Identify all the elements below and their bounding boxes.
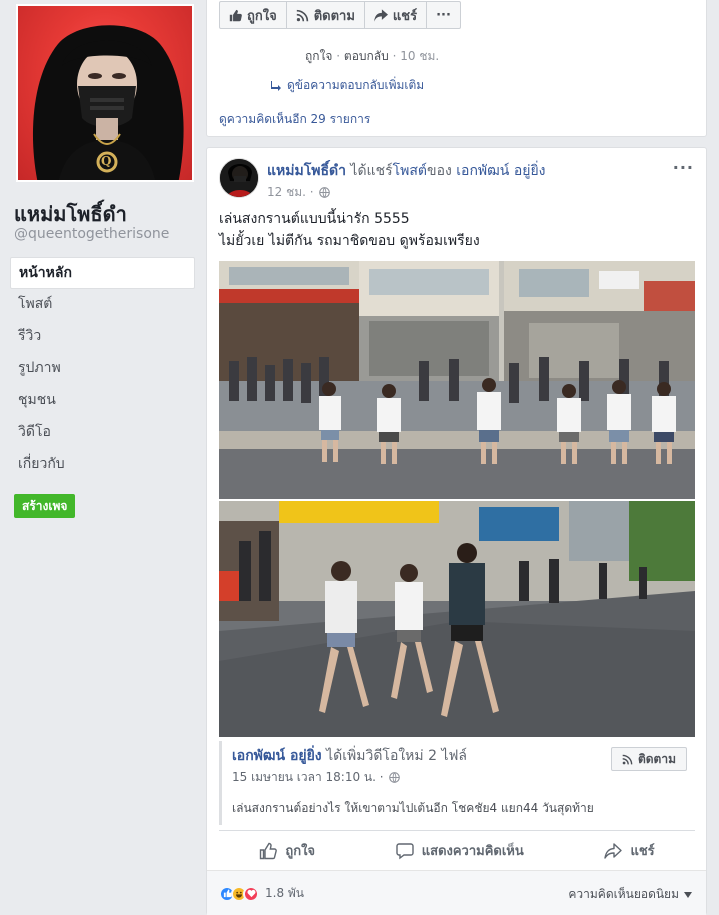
- page-handle: @queentogetherisone: [14, 226, 170, 242]
- page-sidebar: Q แหม่มโพธิ์ดำ @queentogetherisone หน้าห…: [0, 0, 205, 915]
- rss-follow-icon: [622, 754, 633, 764]
- page-profile-picture[interactable]: Q: [16, 4, 194, 182]
- post-header: แหม่มโพธิ์ดำ ได้แชร์โพสต์ของ เอกพัฒน์ อย…: [267, 160, 545, 182]
- nav-item-community[interactable]: ชุมชน: [10, 385, 195, 417]
- post-of-text: ของ: [427, 163, 457, 179]
- previous-post-action-bar: ถูกใจ ติดตาม แชร์ ···: [219, 1, 461, 29]
- street-dance-scene-image: [219, 261, 695, 499]
- nav-item-home[interactable]: หน้าหลัก: [10, 257, 195, 289]
- like-page-label: ถูกใจ: [247, 8, 277, 24]
- post-text-line-1: เล่นสงกรานต์แบบนี้น่ารัก 5555: [219, 211, 410, 227]
- shared-time-text[interactable]: 15 เมษายน เวลา 18:10 น. ·: [232, 768, 384, 787]
- reply-reply-link[interactable]: ตอบกลับ: [344, 49, 389, 63]
- share-button[interactable]: แชร์: [604, 840, 655, 861]
- video-thumbnail-2[interactable]: [219, 501, 695, 737]
- thumbs-up-icon: [229, 9, 242, 21]
- shared-post-card: แหม่มโพธิ์ดำ ได้แชร์โพสต์ของ เอกพัฒน์ อย…: [206, 147, 707, 915]
- share-page-label: แชร์: [392, 8, 418, 24]
- nav-item-reviews[interactable]: รีวิว: [10, 321, 195, 353]
- thumbs-up-icon: [260, 842, 278, 859]
- chevron-down-icon: [684, 891, 692, 898]
- nav-item-posts[interactable]: โพสต์: [10, 289, 195, 321]
- share-page-button[interactable]: แชร์: [365, 2, 428, 28]
- reply-like-link[interactable]: ถูกใจ: [305, 49, 332, 63]
- shared-author-line: เอกพัฒน์ อยู่ยิ่ง ได้เพิ่มวิดีโอใหม่ 2 ไ…: [232, 745, 467, 767]
- like-button[interactable]: ถูกใจ: [259, 840, 315, 861]
- comment-sort-dropdown[interactable]: ความคิดเห็นยอดนิยม: [568, 885, 692, 904]
- like-label: ถูกใจ: [285, 844, 316, 859]
- reply-meta: ถูกใจ · ตอบกลับ · 10 ชม.: [305, 47, 439, 66]
- post-timestamp: 12 ชม. ·: [267, 183, 330, 202]
- post-footer: 1.8 พัน ความคิดเห็นยอดนิยม: [207, 870, 706, 915]
- reply-meta-sep: ·: [336, 49, 341, 63]
- post-action-bar: ถูกใจ แสดงความคิดเห็น แชร์: [219, 830, 695, 870]
- post-author-link[interactable]: แหม่มโพธิ์ดำ: [267, 163, 346, 179]
- profile-badge-letter: Q: [101, 154, 112, 168]
- share-arrow-icon: [604, 842, 623, 859]
- original-author-link[interactable]: เอกพัฒน์ อยู่ยิ่ง: [456, 163, 545, 179]
- love-reaction-icon: [243, 885, 259, 902]
- share-arrow-icon: [373, 8, 388, 22]
- post-text-line-2: ไม่ยั้วเย ไม่ตีกัน รถมาชิดขอบ ดูพร้อมเพร…: [219, 233, 480, 249]
- post-text: เล่นสงกรานต์แบบนี้น่ารัก 5555 ไม่ยั้วเย …: [219, 208, 480, 252]
- poster-avatar[interactable]: [219, 158, 259, 198]
- reaction-count: 1.8 พัน: [265, 886, 305, 900]
- follow-author-button[interactable]: ติดตาม: [610, 747, 687, 771]
- comment-sort-label: ความคิดเห็นยอดนิยม: [568, 887, 679, 901]
- view-more-replies-label: ดูข้อความตอบกลับเพิ่มเติม: [287, 78, 425, 92]
- view-more-replies-link[interactable]: ดูข้อความตอบกลับเพิ่มเติม: [271, 76, 424, 95]
- nav-item-videos[interactable]: วิดีโอ: [10, 417, 195, 449]
- previous-post-card: ถูกใจ ติดตาม แชร์ ··· ถูกใจ · ตอบกลับ · …: [206, 0, 707, 137]
- post-action-text: ได้แชร์: [345, 163, 393, 179]
- shared-timestamp: 15 เมษายน เวลา 18:10 น. ·: [232, 768, 400, 787]
- follow-page-label: ติดตาม: [313, 8, 355, 24]
- poster-avatar-image: [220, 159, 258, 197]
- reply-time: 10 ชม.: [400, 49, 440, 63]
- post-time-text[interactable]: 12 ชม. ·: [267, 183, 314, 202]
- reply-arrow-icon: [271, 80, 281, 91]
- nav-item-photos[interactable]: รูปภาพ: [10, 353, 195, 385]
- shared-attachment: เอกพัฒน์ อยู่ยิ่ง ได้เพิ่มวิดีโอใหม่ 2 ไ…: [219, 741, 695, 825]
- post-options-icon[interactable]: ···: [673, 158, 694, 177]
- create-page-button[interactable]: สร้างเพจ: [14, 494, 76, 518]
- globe-icon: [318, 187, 330, 198]
- view-more-comments-link[interactable]: ดูความคิดเห็นอีก 29 รายการ: [219, 110, 370, 129]
- share-label: แชร์: [630, 844, 655, 859]
- reply-meta-sep: ·: [392, 49, 397, 63]
- follow-author-label: ติดตาม: [637, 751, 676, 766]
- more-options-button[interactable]: ···: [427, 2, 460, 28]
- globe-icon: [388, 772, 400, 783]
- video-thumbnail-1[interactable]: [219, 261, 695, 499]
- street-dance-closeup-image: [219, 501, 695, 737]
- comment-button[interactable]: แสดงความคิดเห็น: [396, 840, 524, 861]
- nav-item-about[interactable]: เกี่ยวกับ: [10, 449, 195, 481]
- rss-follow-icon: [296, 9, 308, 21]
- reactions-summary[interactable]: 1.8 พัน: [219, 884, 304, 903]
- page-nav: หน้าหลัก โพสต์ รีวิว รูปภาพ ชุมชน วิดีโอ…: [10, 257, 195, 481]
- comment-label: แสดงความคิดเห็น: [421, 844, 524, 859]
- follow-page-button[interactable]: ติดตาม: [287, 2, 365, 28]
- shared-caption: เล่นสงกรานต์อย่างไร ให้เขาตามไปเต้นอีก โ…: [232, 801, 594, 815]
- shared-action-text: ได้เพิ่มวิดีโอใหม่ 2 ไฟล์: [321, 748, 467, 764]
- comment-bubble-icon: [396, 842, 414, 859]
- shared-author-link[interactable]: เอกพัฒน์ อยู่ยิ่ง: [232, 748, 322, 764]
- like-page-button[interactable]: ถูกใจ: [220, 2, 287, 28]
- shared-post-link[interactable]: โพสต์: [393, 163, 427, 179]
